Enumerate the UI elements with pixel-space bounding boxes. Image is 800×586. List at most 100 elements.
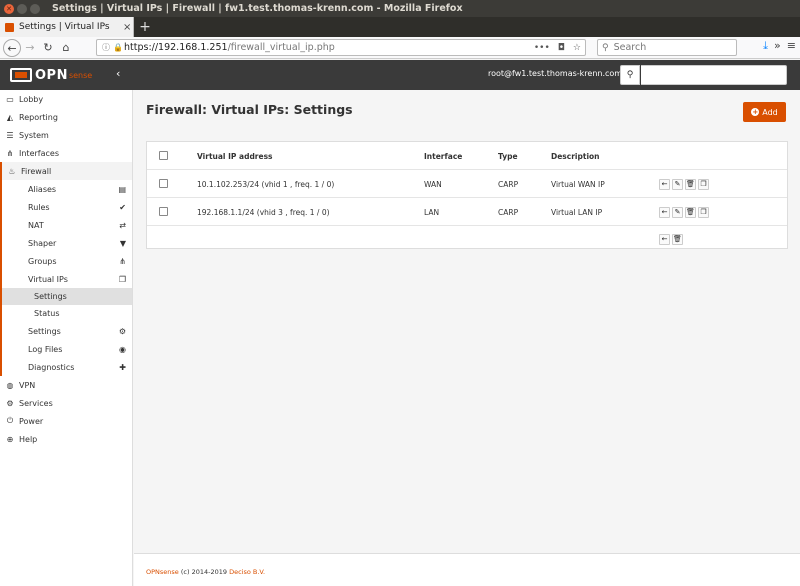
list-alt-icon: ▤: [118, 184, 126, 194]
area-chart-icon: ◭: [6, 112, 14, 122]
sidebar-item-aliases[interactable]: Aliases ▤: [2, 180, 132, 198]
exchange-icon: ⇄: [119, 220, 126, 230]
tab-strip: Settings | Virtual IPs × +: [0, 17, 800, 37]
bulk-actions: ← 🗑: [659, 234, 683, 245]
move-arrow-left-icon[interactable]: ←: [659, 179, 670, 190]
main-content: Firewall: Virtual IPs: Settings + Add Vi…: [134, 90, 800, 586]
sidebar-firewall-group: ♨ Firewall Aliases ▤ Rules ✔ NAT ⇄ Shaper ▼ G…: [0, 162, 132, 376]
sidebar-item-lobby[interactable]: ▭ Lobby: [0, 90, 132, 108]
move-arrow-left-icon[interactable]: ←: [659, 207, 670, 218]
window-maximize-button[interactable]: [30, 3, 40, 14]
sidebar-item-diagnostics[interactable]: Diagnostics ✚: [2, 358, 132, 376]
row-checkbox[interactable]: [159, 207, 168, 216]
sidebar-item-label: Diagnostics: [28, 362, 75, 372]
sidebar-item-services[interactable]: ⚙ Services: [0, 394, 132, 412]
column-header-type: Type: [498, 152, 518, 161]
cell-address: 192.168.1.1/24 (vhid 3 , freq. 1 / 0): [197, 208, 330, 217]
footer-company-link[interactable]: Deciso B.V.: [229, 568, 265, 576]
window-close-button[interactable]: ✕: [4, 3, 14, 14]
sidebar-item-fw-settings[interactable]: Settings ⚙: [2, 322, 132, 340]
browser-navbar: ← → ↻ ⌂ ⓘ 🔒 https://192.168.1.251 /firew…: [0, 37, 800, 59]
row-actions: ← ✎ 🗑 ❐: [659, 179, 709, 190]
reload-icon[interactable]: ↻: [39, 39, 57, 57]
sidebar-item-vip-status[interactable]: Status: [2, 305, 132, 322]
table-row: 10.1.102.253/24 (vhid 1 , freq. 1 / 0) W…: [147, 170, 787, 198]
sidebar-item-power[interactable]: ⏻ Power: [0, 412, 132, 430]
page-footer: OPNsense (c) 2014-2019 Deciso B.V.: [134, 553, 800, 586]
sidebar-item-label: Help: [19, 434, 38, 444]
download-icon[interactable]: ⤓: [763, 39, 768, 53]
home-icon[interactable]: ⌂: [57, 39, 75, 57]
server-icon: ☰: [6, 130, 14, 140]
sidebar-item-firewall[interactable]: ♨ Firewall: [2, 162, 132, 180]
opnsense-logo[interactable]: OPN sense: [10, 67, 92, 83]
back-arrow-icon[interactable]: ←: [3, 38, 21, 57]
edit-pencil-icon[interactable]: ✎: [672, 179, 683, 190]
url-host: https://192.168.1.251: [124, 42, 228, 53]
cell-type: CARP: [498, 208, 519, 217]
overflow-chevron-icon[interactable]: »: [774, 39, 781, 53]
edit-pencil-icon[interactable]: ✎: [672, 207, 683, 218]
toolbar-right: ⤓ » ≡: [763, 39, 796, 53]
table-header-row: Virtual IP address Interface Type Descri…: [147, 142, 787, 170]
sidebar-item-shaper[interactable]: Shaper ▼: [2, 234, 132, 252]
sidebar-item-log-files[interactable]: Log Files ◉: [2, 340, 132, 358]
life-ring-icon: ⊕: [6, 434, 14, 444]
table-footer-row: ← 🗑: [147, 226, 787, 254]
sidebar-collapse-chevron-icon[interactable]: ‹: [116, 67, 120, 80]
delete-trash-icon[interactable]: 🗑: [685, 179, 696, 190]
delete-trash-icon[interactable]: 🗑: [685, 207, 696, 218]
column-header-description: Description: [551, 152, 600, 161]
sidebar-item-groups[interactable]: Groups ⋔: [2, 252, 132, 270]
browser-tab-active[interactable]: Settings | Virtual IPs ×: [0, 17, 134, 37]
footer-text: OPNsense (c) 2014-2019 Deciso B.V.: [146, 568, 265, 576]
sidebar-item-label: System: [19, 130, 49, 140]
logo-sense-text: sense: [68, 70, 93, 80]
window-title: Settings | Virtual IPs | Firewall | fw1.…: [52, 3, 463, 14]
globe-icon: ◍: [6, 380, 14, 390]
sidebar-item-nat[interactable]: NAT ⇄: [2, 216, 132, 234]
delete-selected-trash-icon[interactable]: 🗑: [672, 234, 683, 245]
hamburger-menu-icon[interactable]: ≡: [787, 39, 796, 53]
plug-icon: ⏻: [6, 416, 14, 425]
medkit-icon: ✚: [119, 362, 126, 372]
sidebar-item-virtual-ips[interactable]: Virtual IPs ❐: [2, 270, 132, 288]
window-minimize-button[interactable]: [17, 3, 27, 14]
app-header: OPN sense ‹ root@fw1.test.thomas-krenn.c…: [0, 60, 800, 90]
row-checkbox[interactable]: [159, 179, 168, 188]
footer-brand-link[interactable]: OPNsense: [146, 568, 179, 576]
sidebar-item-interfaces[interactable]: ⋔ Interfaces: [0, 144, 132, 162]
cog-icon: ⚙: [6, 398, 14, 408]
forward-arrow-icon[interactable]: →: [21, 39, 39, 57]
fire-icon: ♨: [8, 166, 16, 176]
info-icon[interactable]: ⓘ: [100, 42, 112, 53]
current-user[interactable]: root@fw1.test.thomas-krenn.com: [488, 69, 622, 78]
select-all-checkbox[interactable]: [159, 151, 168, 160]
pocket-icon[interactable]: ◘: [558, 43, 565, 53]
sidebar-item-label: Virtual IPs: [28, 274, 68, 284]
add-virtual-ip-button[interactable]: + Add: [743, 102, 786, 122]
sidebar-item-system[interactable]: ☰ System: [0, 126, 132, 144]
sidebar-item-label: Groups: [28, 256, 57, 266]
lock-warning-icon[interactable]: 🔒: [112, 43, 124, 52]
sidebar-item-rules[interactable]: Rules ✔: [2, 198, 132, 216]
sidebar-item-help[interactable]: ⊕ Help: [0, 430, 132, 448]
bookmark-star-icon[interactable]: ☆: [573, 43, 581, 53]
header-search-input[interactable]: [641, 65, 787, 85]
sidebar-item-label: Aliases: [28, 184, 57, 194]
page-actions-icon[interactable]: •••: [534, 43, 550, 53]
tab-close-icon[interactable]: ×: [123, 22, 131, 33]
clone-copy-icon[interactable]: ❐: [698, 179, 709, 190]
sidebar-item-label: Interfaces: [19, 148, 59, 158]
tab-label: Settings | Virtual IPs: [19, 22, 110, 32]
url-bar[interactable]: ⓘ 🔒 https://192.168.1.251 /firewall_virt…: [96, 39, 586, 56]
clone-copy-icon[interactable]: ❐: [698, 207, 709, 218]
sidebar-item-vpn[interactable]: ◍ VPN: [0, 376, 132, 394]
move-selected-arrow-left-icon[interactable]: ←: [659, 234, 670, 245]
footer-copyright: (c) 2014-2019: [178, 568, 230, 576]
sidebar-item-vip-settings[interactable]: Settings: [2, 288, 132, 305]
new-tab-button[interactable]: +: [137, 18, 153, 36]
header-search-icon[interactable]: ⚲: [620, 65, 640, 85]
sidebar-item-reporting[interactable]: ◭ Reporting: [0, 108, 132, 126]
browser-search-input[interactable]: ⚲ Search: [597, 39, 737, 56]
